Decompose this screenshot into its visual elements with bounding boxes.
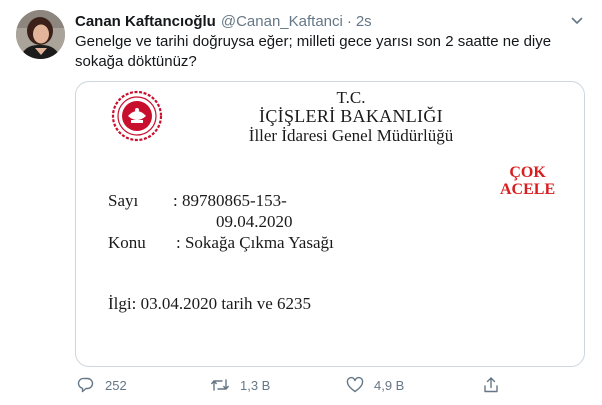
reply-icon (77, 376, 95, 394)
like-count: 4,9 B (374, 377, 405, 393)
share-icon (482, 376, 500, 394)
reply-button[interactable]: 252 (77, 374, 127, 396)
retweet-count: 1,3 B (240, 377, 271, 393)
tweet-time[interactable]: 2s (356, 13, 372, 30)
tweet-header: Canan Kaftancıoğlu @Canan_Kaftanci · 2s (75, 11, 372, 31)
konu-label: Konu (108, 233, 146, 252)
reply-count: 252 (105, 377, 127, 393)
chevron-down-icon[interactable] (567, 11, 587, 31)
retweet-icon (210, 376, 230, 394)
document-image: T.C. İÇİŞLERİ BAKANLIĞI İller İdaresi Ge… (76, 82, 584, 366)
sayi-value: : 89780865-153- (173, 191, 287, 210)
share-button[interactable] (482, 374, 500, 396)
urgent-stamp: ÇOK ACELE (500, 164, 555, 198)
ilgi-text: İlgi: 03.04.2020 tarih ve 6235 (108, 294, 312, 313)
like-button[interactable]: 4,9 B (346, 374, 404, 396)
tweet-media-image[interactable]: T.C. İÇİŞLERİ BAKANLIĞI İller İdaresi Ge… (75, 81, 585, 367)
konu-value: : Sokağa Çıkma Yasağı (176, 233, 334, 252)
retweet-button[interactable]: 1,3 B (210, 374, 270, 396)
tweet-text: Genelge ve tarihi doğruysa eğer; milleti… (75, 33, 552, 70)
tweet-actions: 252 1,3 B 4,9 B (75, 374, 515, 398)
document-directorate: İller İdaresi Genel Müdürlüğü (248, 126, 454, 145)
document-header-tc: T.C. (336, 88, 366, 107)
like-icon (346, 376, 364, 394)
tweet: Canan Kaftancıoğlu @Canan_Kaftanci · 2s … (0, 0, 602, 405)
urgent-line-2: ACELE (500, 181, 556, 198)
urgent-line-1: ÇOK (509, 164, 546, 181)
sayi-date: 09.04.2020 (216, 212, 293, 231)
separator-dot: · (346, 12, 352, 30)
document-ministry: İÇİŞLERİ BAKANLIĞI (259, 106, 443, 126)
sayi-label: Sayı (108, 191, 139, 210)
author-name[interactable]: Canan Kaftancıoğlu (75, 13, 216, 30)
author-handle[interactable]: @Canan_Kaftanci (221, 13, 343, 30)
avatar[interactable] (16, 10, 65, 59)
